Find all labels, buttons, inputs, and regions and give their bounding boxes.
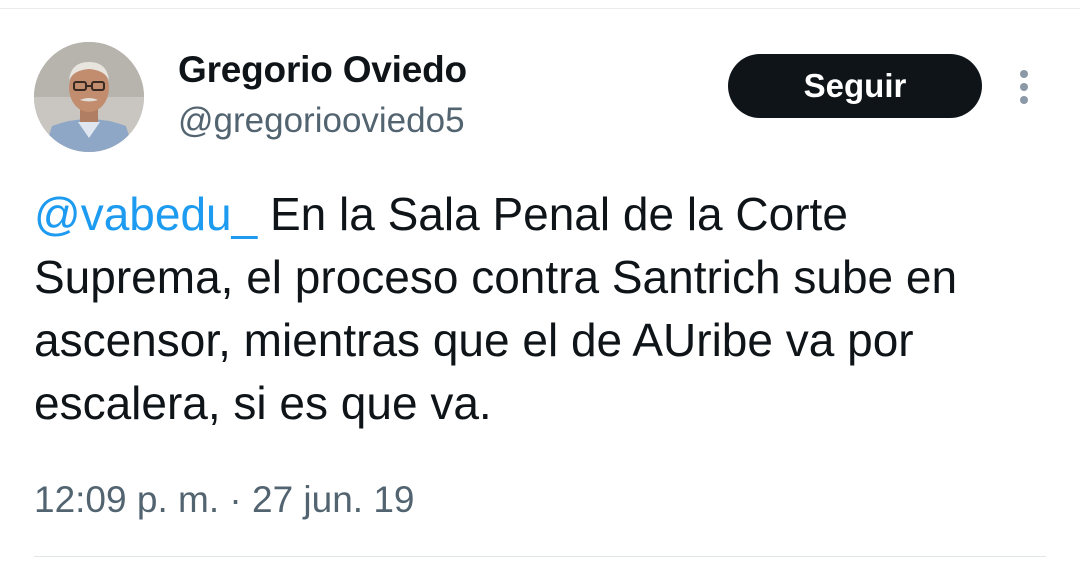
timestamp[interactable]: 12:09 p. m. · 27 jun. 19 xyxy=(34,477,415,523)
mention-link[interactable]: @vabedu_ xyxy=(34,188,257,240)
author-handle[interactable]: @gregoriooviedo5 xyxy=(178,101,465,141)
follow-button[interactable]: Seguir xyxy=(728,54,982,118)
top-divider xyxy=(0,8,1080,9)
profile-photo-icon xyxy=(34,42,144,152)
tweet-text: @vabedu_ En la Sala Penal de la Corte Su… xyxy=(34,183,1044,435)
author-name[interactable]: Gregorio Oviedo xyxy=(178,50,467,90)
avatar[interactable] xyxy=(34,42,144,152)
more-vertical-icon[interactable] xyxy=(1012,68,1036,108)
bottom-divider xyxy=(34,556,1046,557)
